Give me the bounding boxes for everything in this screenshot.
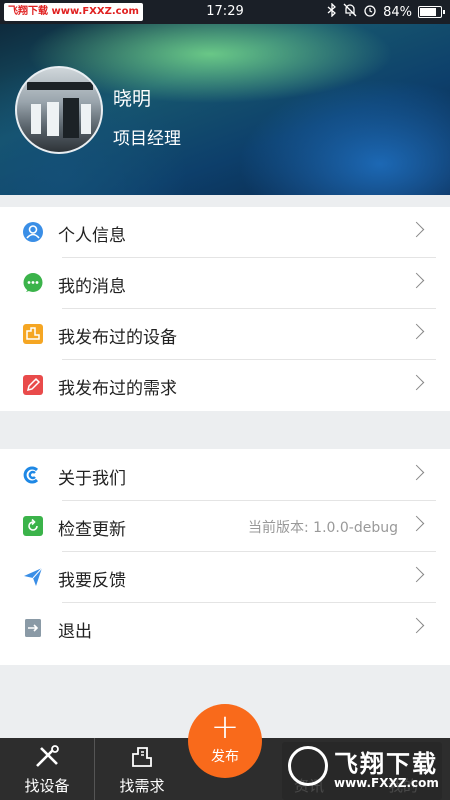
menu-item-check-update[interactable]: 检查更新 当前版本: 1.0.0-debug [0,501,450,552]
paper-plane-icon [22,566,44,588]
status-icons: 84% [327,2,445,21]
tab-label: 找设备 [24,777,70,795]
mute-bell-icon [343,3,357,21]
menu-group-account: 个人信息 我的消息 我发布过的设备 我发布过的需求 [0,207,450,411]
chevron-right-icon [408,617,425,634]
tab-find-requests[interactable]: 找需求 [95,738,189,800]
avatar-detail [31,104,41,134]
chevron-right-icon [408,221,425,238]
battery-fill [420,8,436,16]
watermark-logo-icon [288,746,328,786]
menu-item-label: 退出 [58,622,92,642]
tab-find-equipment[interactable]: 找设备 [0,738,94,800]
menu-item-feedback[interactable]: 我要反馈 [0,552,450,603]
chevron-right-icon [408,323,425,340]
user-name: 晓明 [113,88,152,110]
menu-item-label: 我要反馈 [58,571,126,591]
menu-item-label: 个人信息 [58,226,126,246]
menu-item-label: 我发布过的需求 [58,379,177,399]
battery-icon [418,6,445,18]
watermark-title: 飞翔下载 [334,750,438,778]
refresh-icon [22,515,44,537]
publish-button[interactable]: + 发布 [188,704,262,778]
chevron-right-icon [408,566,425,583]
current-version: 当前版本: 1.0.0-debug [248,520,398,536]
alarm-icon [363,3,377,21]
document-icon [128,744,156,770]
bluetooth-icon [327,2,337,21]
publish-label: 发布 [211,749,239,765]
menu-group-app: 关于我们 检查更新 当前版本: 1.0.0-debug 我要反馈 退出 [0,449,450,665]
chevron-right-icon [408,272,425,289]
tools-icon [33,744,61,770]
site-watermark: 飞翔下载 www.FXXZ.com [282,742,442,800]
logout-icon [22,617,44,639]
avatar-detail [27,82,93,90]
menu-item-about-us[interactable]: 关于我们 [0,450,450,501]
menu-item-my-messages[interactable]: 我的消息 [0,258,450,309]
battery-percent: 84% [383,4,412,20]
avatar-detail [63,98,79,138]
profile-header: 晓明 项目经理 [0,24,450,195]
menu-item-label: 关于我们 [58,469,126,489]
pencil-icon [22,374,44,396]
menu-item-label: 我的消息 [58,277,126,297]
about-logo-icon [22,464,44,486]
chevron-right-icon [408,374,425,391]
plus-icon: + [210,707,240,747]
avatar[interactable] [15,66,103,154]
person-icon [22,221,44,243]
equipment-icon [22,323,44,345]
user-role: 项目经理 [113,129,181,149]
watermark-url: www.FXXZ.com [334,776,439,790]
menu-item-logout[interactable]: 退出 [0,603,450,654]
avatar-detail [81,104,91,134]
status-bar: 飞翔下载 www.FXXZ.com 17:29 84% [0,0,450,24]
menu-item-label: 我发布过的设备 [58,328,177,348]
avatar-detail [47,102,59,136]
menu-item-my-requests[interactable]: 我发布过的需求 [0,360,450,411]
tab-label: 找需求 [119,777,165,795]
menu-item-label: 检查更新 [58,520,126,540]
chat-bubble-icon [22,272,44,294]
chevron-right-icon [408,464,425,481]
chevron-right-icon [408,515,425,532]
menu-item-personal-info[interactable]: 个人信息 [0,207,450,258]
menu-item-my-equipment[interactable]: 我发布过的设备 [0,309,450,360]
